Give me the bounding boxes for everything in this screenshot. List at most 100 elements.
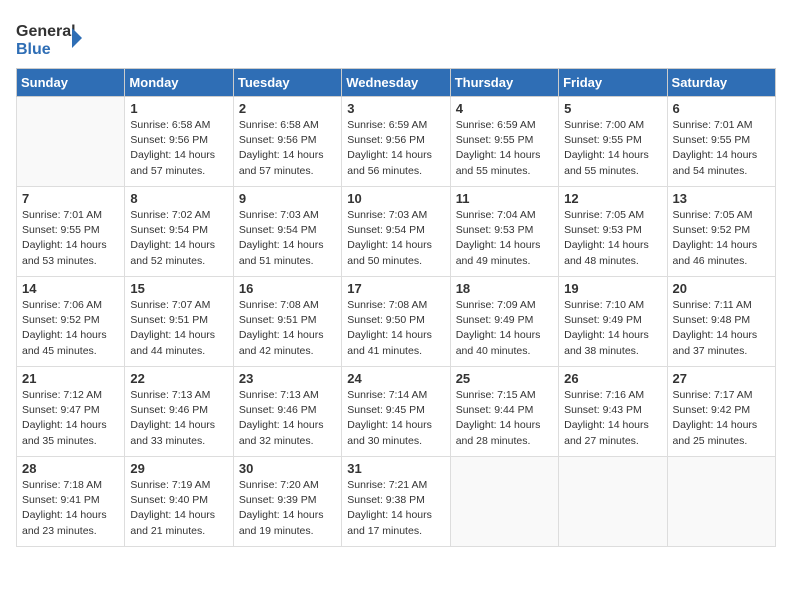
calendar-cell: 16 Sunrise: 7:08 AM Sunset: 9:51 PM Dayli… — [233, 277, 341, 367]
day-detail: Sunrise: 7:03 AM Sunset: 9:54 PM Dayligh… — [347, 208, 444, 269]
day-detail: Sunrise: 7:02 AM Sunset: 9:54 PM Dayligh… — [130, 208, 227, 269]
day-number: 12 — [564, 191, 661, 206]
day-detail: Sunrise: 6:58 AM Sunset: 9:56 PM Dayligh… — [130, 118, 227, 179]
day-number: 29 — [130, 461, 227, 476]
day-detail: Sunrise: 7:16 AM Sunset: 9:43 PM Dayligh… — [564, 388, 661, 449]
calendar-cell: 3 Sunrise: 6:59 AM Sunset: 9:56 PM Daylig… — [342, 97, 450, 187]
calendar-cell: 18 Sunrise: 7:09 AM Sunset: 9:49 PM Dayli… — [450, 277, 558, 367]
calendar-cell: 23 Sunrise: 7:13 AM Sunset: 9:46 PM Dayli… — [233, 367, 341, 457]
calendar-cell: 13 Sunrise: 7:05 AM Sunset: 9:52 PM Dayli… — [667, 187, 775, 277]
calendar-cell: 21Sunrise: 7:12 AM Sunset: 9:47 PM Dayli… — [17, 367, 125, 457]
day-number: 17 — [347, 281, 444, 296]
day-number: 28 — [22, 461, 119, 476]
day-number: 26 — [564, 371, 661, 386]
logo: GeneralBlue — [16, 16, 86, 60]
day-detail: Sunrise: 7:18 AM Sunset: 9:41 PM Dayligh… — [22, 478, 119, 539]
day-number: 16 — [239, 281, 336, 296]
day-detail: Sunrise: 7:05 AM Sunset: 9:53 PM Dayligh… — [564, 208, 661, 269]
day-number: 15 — [130, 281, 227, 296]
day-number: 13 — [673, 191, 770, 206]
weekday-header-friday: Friday — [559, 69, 667, 97]
day-number: 18 — [456, 281, 553, 296]
logo-svg: GeneralBlue — [16, 16, 86, 60]
calendar-cell: 29 Sunrise: 7:19 AM Sunset: 9:40 PM Dayli… — [125, 457, 233, 547]
calendar-cell: 9 Sunrise: 7:03 AM Sunset: 9:54 PM Daylig… — [233, 187, 341, 277]
weekday-header-tuesday: Tuesday — [233, 69, 341, 97]
calendar-cell — [17, 97, 125, 187]
day-number: 22 — [130, 371, 227, 386]
calendar-cell: 12 Sunrise: 7:05 AM Sunset: 9:53 PM Dayli… — [559, 187, 667, 277]
calendar-cell: 8 Sunrise: 7:02 AM Sunset: 9:54 PM Daylig… — [125, 187, 233, 277]
svg-text:Blue: Blue — [16, 41, 51, 58]
day-number: 23 — [239, 371, 336, 386]
day-number: 11 — [456, 191, 553, 206]
day-detail: Sunrise: 7:04 AM Sunset: 9:53 PM Dayligh… — [456, 208, 553, 269]
calendar-cell: 11 Sunrise: 7:04 AM Sunset: 9:53 PM Dayli… — [450, 187, 558, 277]
weekday-header-thursday: Thursday — [450, 69, 558, 97]
calendar-cell: 30 Sunrise: 7:20 AM Sunset: 9:39 PM Dayli… — [233, 457, 341, 547]
day-number: 7 — [22, 191, 119, 206]
day-detail: Sunrise: 7:09 AM Sunset: 9:49 PM Dayligh… — [456, 298, 553, 359]
day-detail: Sunrise: 7:14 AM Sunset: 9:45 PM Dayligh… — [347, 388, 444, 449]
calendar-cell: 15 Sunrise: 7:07 AM Sunset: 9:51 PM Dayli… — [125, 277, 233, 367]
day-detail: Sunrise: 7:11 AM Sunset: 9:48 PM Dayligh… — [673, 298, 770, 359]
day-number: 14 — [22, 281, 119, 296]
calendar-cell: 5 Sunrise: 7:00 AM Sunset: 9:55 PM Daylig… — [559, 97, 667, 187]
weekday-header-wednesday: Wednesday — [342, 69, 450, 97]
day-number: 10 — [347, 191, 444, 206]
calendar-cell: 24 Sunrise: 7:14 AM Sunset: 9:45 PM Dayli… — [342, 367, 450, 457]
calendar-cell: 26 Sunrise: 7:16 AM Sunset: 9:43 PM Dayli… — [559, 367, 667, 457]
calendar-cell: 20 Sunrise: 7:11 AM Sunset: 9:48 PM Dayli… — [667, 277, 775, 367]
calendar-cell: 27 Sunrise: 7:17 AM Sunset: 9:42 PM Dayli… — [667, 367, 775, 457]
day-detail: Sunrise: 7:07 AM Sunset: 9:51 PM Dayligh… — [130, 298, 227, 359]
day-number: 27 — [673, 371, 770, 386]
day-number: 25 — [456, 371, 553, 386]
calendar-cell: 6Sunrise: 7:01 AM Sunset: 9:55 PM Daylig… — [667, 97, 775, 187]
calendar-table: SundayMondayTuesdayWednesdayThursdayFrid… — [16, 68, 776, 547]
day-detail: Sunrise: 7:00 AM Sunset: 9:55 PM Dayligh… — [564, 118, 661, 179]
day-detail: Sunrise: 7:17 AM Sunset: 9:42 PM Dayligh… — [673, 388, 770, 449]
day-detail: Sunrise: 7:21 AM Sunset: 9:38 PM Dayligh… — [347, 478, 444, 539]
day-number: 5 — [564, 101, 661, 116]
day-detail: Sunrise: 6:59 AM Sunset: 9:56 PM Dayligh… — [347, 118, 444, 179]
page-header: GeneralBlue — [16, 16, 776, 60]
calendar-cell: 19 Sunrise: 7:10 AM Sunset: 9:49 PM Dayli… — [559, 277, 667, 367]
day-number: 21 — [22, 371, 119, 386]
day-number: 2 — [239, 101, 336, 116]
day-detail: Sunrise: 7:13 AM Sunset: 9:46 PM Dayligh… — [130, 388, 227, 449]
calendar-cell: 22 Sunrise: 7:13 AM Sunset: 9:46 PM Dayli… — [125, 367, 233, 457]
day-detail: Sunrise: 7:03 AM Sunset: 9:54 PM Dayligh… — [239, 208, 336, 269]
day-detail: Sunrise: 7:08 AM Sunset: 9:50 PM Dayligh… — [347, 298, 444, 359]
day-detail: Sunrise: 7:20 AM Sunset: 9:39 PM Dayligh… — [239, 478, 336, 539]
weekday-header-saturday: Saturday — [667, 69, 775, 97]
day-number: 1 — [130, 101, 227, 116]
day-number: 31 — [347, 461, 444, 476]
day-number: 24 — [347, 371, 444, 386]
day-number: 6 — [673, 101, 770, 116]
day-detail: Sunrise: 7:19 AM Sunset: 9:40 PM Dayligh… — [130, 478, 227, 539]
day-number: 20 — [673, 281, 770, 296]
calendar-cell: 7 Sunrise: 7:01 AM Sunset: 9:55 PM Daylig… — [17, 187, 125, 277]
calendar-cell: 14Sunrise: 7:06 AM Sunset: 9:52 PM Dayli… — [17, 277, 125, 367]
day-number: 3 — [347, 101, 444, 116]
calendar-cell: 28 Sunrise: 7:18 AM Sunset: 9:41 PM Dayli… — [17, 457, 125, 547]
weekday-header-sunday: Sunday — [17, 69, 125, 97]
day-detail: Sunrise: 7:13 AM Sunset: 9:46 PM Dayligh… — [239, 388, 336, 449]
svg-text:General: General — [16, 23, 76, 40]
weekday-header-monday: Monday — [125, 69, 233, 97]
day-number: 30 — [239, 461, 336, 476]
calendar-cell: 25Sunrise: 7:15 AM Sunset: 9:44 PM Dayli… — [450, 367, 558, 457]
calendar-cell — [559, 457, 667, 547]
day-detail: Sunrise: 7:01 AM Sunset: 9:55 PM Dayligh… — [22, 208, 119, 269]
day-detail: Sunrise: 7:05 AM Sunset: 9:52 PM Dayligh… — [673, 208, 770, 269]
day-number: 19 — [564, 281, 661, 296]
calendar-cell — [450, 457, 558, 547]
day-number: 4 — [456, 101, 553, 116]
calendar-cell: 1 Sunrise: 6:58 AM Sunset: 9:56 PM Daylig… — [125, 97, 233, 187]
day-detail: Sunrise: 7:08 AM Sunset: 9:51 PM Dayligh… — [239, 298, 336, 359]
day-number: 8 — [130, 191, 227, 206]
calendar-cell: 17 Sunrise: 7:08 AM Sunset: 9:50 PM Dayli… — [342, 277, 450, 367]
day-detail: Sunrise: 6:58 AM Sunset: 9:56 PM Dayligh… — [239, 118, 336, 179]
day-number: 9 — [239, 191, 336, 206]
day-detail: Sunrise: 7:10 AM Sunset: 9:49 PM Dayligh… — [564, 298, 661, 359]
